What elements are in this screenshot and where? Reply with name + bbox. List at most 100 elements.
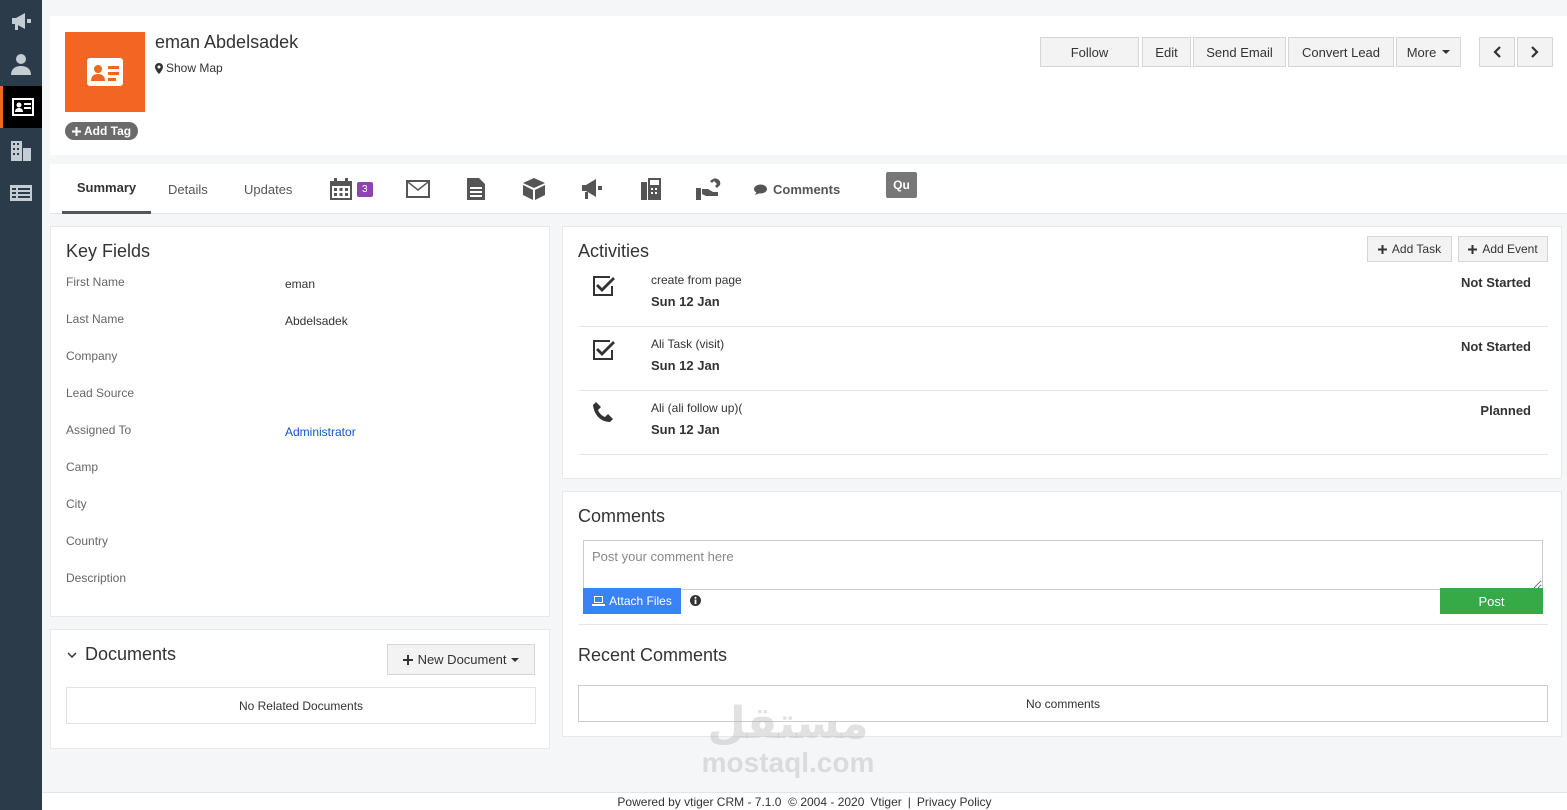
documents-title: Documents — [85, 644, 177, 664]
more-dropdown-button[interactable]: More — [1396, 37, 1461, 67]
add-event-button[interactable]: Add Event — [1458, 236, 1548, 262]
activities-count-badge: 3 — [357, 181, 373, 197]
post-comment-button[interactable]: Post — [1440, 588, 1543, 614]
comment-bubble-icon — [754, 184, 767, 195]
send-email-button[interactable]: Send Email — [1193, 37, 1286, 67]
field-label-camp: Camp — [66, 460, 99, 474]
activity-title[interactable]: Ali (ali follow up)( — [651, 401, 742, 415]
tab-details[interactable]: Details — [168, 164, 208, 214]
activity-title[interactable]: create from page — [651, 273, 742, 287]
chevron-left-icon — [1493, 46, 1501, 58]
phone-icon — [593, 402, 613, 422]
activity-row[interactable]: Ali (ali follow up)( Sun 12 Jan Planned — [578, 391, 1548, 455]
map-marker-icon — [155, 62, 163, 74]
attach-files-button[interactable]: Attach Files — [583, 588, 681, 614]
field-value-assigned-to[interactable]: Administrator — [285, 425, 356, 439]
tab-activities[interactable]: 3 — [329, 164, 373, 214]
info-icon[interactable] — [690, 595, 701, 606]
tab-campaigns[interactable] — [580, 164, 604, 214]
rail-reports[interactable] — [0, 172, 42, 214]
field-label-assigned-to: Assigned To — [66, 423, 132, 437]
list-table-icon — [10, 185, 32, 201]
tab-updates[interactable]: Updates — [244, 164, 292, 214]
tab-documents[interactable] — [467, 164, 485, 214]
plus-icon — [402, 654, 413, 665]
convert-lead-button[interactable]: Convert Lead — [1288, 37, 1394, 67]
activity-status[interactable]: Not Started — [1461, 275, 1531, 290]
activities-title: Activities — [578, 241, 650, 261]
lead-avatar — [65, 32, 145, 112]
tab-qu[interactable]: Qu — [886, 172, 917, 198]
activity-date: Sun 12 Jan — [651, 358, 720, 373]
more-label: More — [1406, 44, 1437, 60]
comments-title: Comments — [578, 506, 666, 526]
tab-summary[interactable]: Summary — [62, 164, 151, 214]
rail-leads[interactable] — [0, 86, 42, 128]
field-label-description: Description — [66, 571, 127, 585]
building-icon — [11, 141, 31, 161]
fax-icon — [641, 178, 661, 200]
activity-row[interactable]: Ali Task (visit) Sun 12 Jan Not Started — [578, 327, 1548, 391]
document-icon — [467, 178, 485, 200]
field-label-last-name: Last Name — [66, 312, 125, 326]
vtiger-link[interactable]: Vtiger — [870, 795, 901, 809]
rail-contacts[interactable] — [0, 43, 42, 85]
comments-panel: Comments Attach Files Post Recent Commen… — [562, 491, 1562, 737]
divider — [578, 624, 1548, 625]
activities-panel: Activities Add Task Add Event create fro… — [562, 226, 1562, 479]
tab-comments[interactable]: Comments — [754, 164, 840, 214]
envelope-icon — [406, 180, 430, 198]
id-card-icon — [11, 98, 34, 116]
comment-input[interactable] — [583, 540, 1543, 590]
no-comments-message: No comments — [578, 685, 1548, 722]
megaphone-icon — [12, 13, 31, 30]
chevron-right-icon — [1531, 46, 1539, 58]
recent-comments-title: Recent Comments — [578, 645, 728, 665]
tab-emails[interactable] — [406, 164, 430, 214]
next-record-button[interactable] — [1517, 37, 1553, 67]
tab-products[interactable] — [523, 164, 545, 214]
id-card-icon — [87, 58, 123, 86]
person-icon — [11, 54, 31, 75]
rail-organizations[interactable] — [0, 129, 42, 171]
activity-title[interactable]: Ali Task (visit) — [651, 337, 724, 351]
activity-row[interactable]: create from page Sun 12 Jan Not Started — [578, 263, 1548, 327]
laptop-icon — [592, 596, 606, 606]
field-label-country: Country — [66, 534, 109, 548]
megaphone-icon — [582, 179, 602, 199]
activity-date: Sun 12 Jan — [651, 294, 720, 309]
activity-status[interactable]: Not Started — [1461, 339, 1531, 354]
footer: Powered by vtiger CRM - 7.1.0 © 2004 - 2… — [42, 792, 1567, 810]
powered-by-text: Powered by vtiger CRM - 7.1.0 © 2004 - 2… — [617, 794, 865, 809]
task-check-icon — [593, 340, 615, 360]
rail-marketing[interactable] — [0, 0, 42, 42]
field-label-city: City — [66, 497, 87, 511]
follow-button[interactable]: Follow — [1040, 37, 1139, 67]
privacy-policy-link[interactable]: Privacy Policy — [917, 795, 992, 809]
tab-comments-label: Comments — [773, 181, 841, 197]
chevron-down-icon[interactable] — [67, 652, 77, 660]
add-task-button[interactable]: Add Task — [1367, 236, 1452, 262]
record-name: eman Abdelsadek — [155, 32, 299, 52]
show-map-link[interactable]: Show Map — [155, 61, 223, 75]
key-fields-title: Key Fields — [66, 241, 151, 261]
add-event-label: Add Event — [1482, 242, 1538, 256]
new-document-button[interactable]: New Document — [387, 644, 535, 675]
tab-services[interactable] — [641, 164, 661, 214]
left-rail — [0, 0, 42, 810]
documents-panel: Documents New Document No Related Docume… — [50, 629, 550, 749]
add-task-label: Add Task — [1391, 242, 1442, 256]
task-check-icon — [593, 276, 615, 296]
field-label-company: Company — [66, 349, 118, 363]
plus-icon — [72, 126, 81, 136]
tab-assets[interactable] — [696, 164, 722, 214]
edit-button[interactable]: Edit — [1142, 37, 1191, 67]
field-value-first-name[interactable]: eman — [285, 277, 315, 291]
show-map-label: Show Map — [166, 61, 223, 75]
caret-down-icon — [511, 657, 520, 662]
key-fields-panel: Key Fields First Name eman Last Name Abd… — [50, 226, 550, 617]
activity-status[interactable]: Planned — [1480, 403, 1531, 418]
add-tag-button[interactable]: Add Tag — [65, 122, 139, 140]
field-value-last-name[interactable]: Abdelsadek — [285, 314, 348, 328]
previous-record-button[interactable] — [1479, 37, 1515, 67]
